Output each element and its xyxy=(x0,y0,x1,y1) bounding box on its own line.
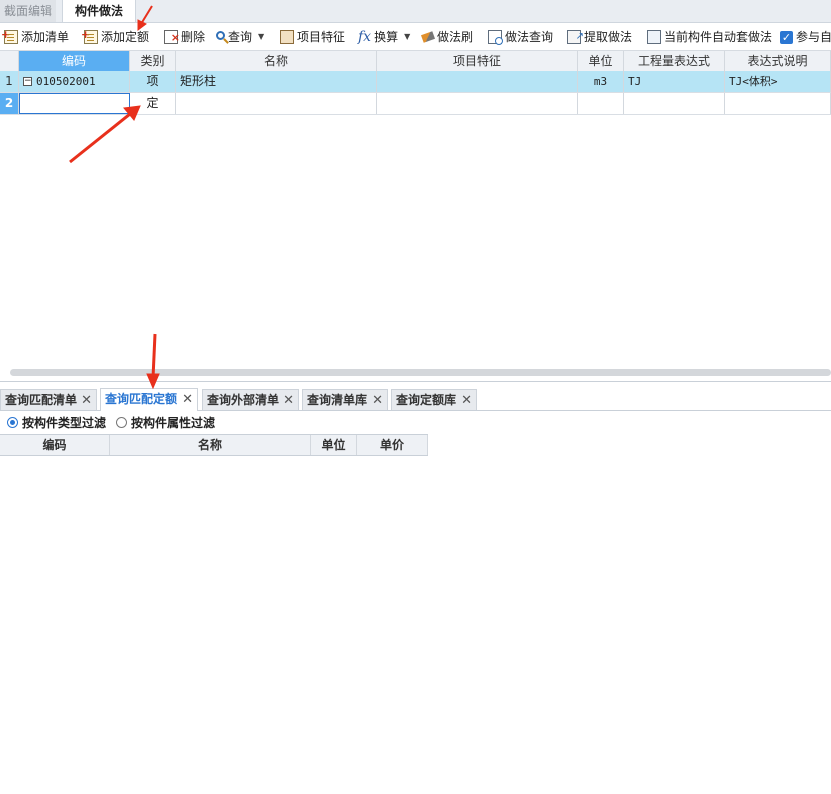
delete-label: 删除 xyxy=(181,30,206,44)
add-list-icon xyxy=(1,25,18,45)
participate-checkbox[interactable]: ✓ 参与自 xyxy=(780,27,831,47)
close-icon[interactable]: ✕ xyxy=(461,390,472,411)
query-button[interactable]: 查询 ▼ xyxy=(216,27,264,47)
cell-name[interactable] xyxy=(176,93,377,114)
add-list-label: 添加清单 xyxy=(21,30,70,44)
auto-apply-icon xyxy=(647,30,661,44)
add-list-button[interactable]: 添加清单 xyxy=(1,25,70,47)
horizontal-scrollbar[interactable] xyxy=(10,369,831,376)
cell-code-editor[interactable] xyxy=(19,93,130,114)
top-tab-bar: 截面编辑 构件做法 xyxy=(0,0,831,23)
auto-apply-label: 当前构件自动套做法 xyxy=(664,30,773,44)
auto-apply-button[interactable]: 当前构件自动套做法 xyxy=(647,27,772,47)
col-header-name[interactable]: 名称 xyxy=(176,51,377,71)
radio-filter-by-type[interactable] xyxy=(7,416,18,428)
result-col-name[interactable]: 名称 xyxy=(110,435,311,455)
cell-feature[interactable] xyxy=(377,71,578,92)
close-icon[interactable]: ✕ xyxy=(182,389,193,410)
tab-section-edit[interactable]: 截面编辑 xyxy=(0,0,56,22)
col-header-unit[interactable]: 单位 xyxy=(578,51,624,71)
extract-method-button[interactable]: 提取做法 xyxy=(567,27,632,47)
tab-component-method[interactable]: 构件做法 xyxy=(62,0,136,22)
close-icon[interactable]: ✕ xyxy=(372,390,383,411)
chevron-down-icon: ▼ xyxy=(404,32,411,41)
cell-expr[interactable]: TJ xyxy=(624,71,725,92)
feature-icon xyxy=(280,30,294,44)
col-header-feature[interactable]: 项目特征 xyxy=(377,51,578,71)
cell-type[interactable]: 项 xyxy=(130,71,176,92)
col-header-desc[interactable]: 表达式说明 xyxy=(725,51,831,71)
cell-unit[interactable] xyxy=(578,93,624,114)
cell-unit[interactable]: m3 xyxy=(578,71,624,92)
arrow-to-quota-tab-icon xyxy=(146,333,160,390)
convert-label: 换算 xyxy=(374,30,399,44)
doc-search-icon xyxy=(488,30,503,45)
add-quota-icon xyxy=(81,25,98,45)
extract-icon xyxy=(567,27,584,47)
cell-name[interactable]: 矩形柱 xyxy=(176,71,377,92)
result-col-price[interactable]: 单价 xyxy=(357,435,428,455)
item-feature-button[interactable]: 项目特征 xyxy=(280,27,345,47)
filter-by-attr-label[interactable]: 按构件属性过滤 xyxy=(131,414,215,431)
chevron-down-icon: ▼ xyxy=(258,32,265,41)
method-query-button[interactable]: 做法查询 xyxy=(488,27,553,47)
col-header-code[interactable]: 编码 xyxy=(19,51,130,71)
method-query-label: 做法查询 xyxy=(505,30,554,44)
cell-type[interactable]: 定 xyxy=(130,93,176,114)
tab-query-list-library[interactable]: 查询清单库 ✕ xyxy=(302,389,388,410)
cell-desc[interactable]: TJ<体积> xyxy=(725,71,831,92)
item-feature-label: 项目特征 xyxy=(297,30,346,44)
convert-button[interactable]: fx 换算 ▼ xyxy=(358,27,410,47)
search-icon xyxy=(216,31,225,40)
checkbox-checked-icon: ✓ xyxy=(780,30,793,44)
tab-query-matching-list[interactable]: 查询匹配清单 ✕ xyxy=(0,389,97,410)
close-icon[interactable]: ✕ xyxy=(81,390,92,411)
add-quota-label: 添加定额 xyxy=(101,30,150,44)
tab-query-external-list[interactable]: 查询外部清单 ✕ xyxy=(202,389,299,410)
col-header-expr[interactable]: 工程量表达式 xyxy=(624,51,725,71)
toolbar: 添加清单 添加定额 删除 查询 ▼ 项目特征 fx 换算 ▼ 做法刷 做法查询 … xyxy=(0,23,831,51)
query-label: 查询 xyxy=(228,30,253,44)
cell-feature[interactable] xyxy=(377,93,578,114)
pane-divider[interactable] xyxy=(0,381,831,382)
fx-icon: fx xyxy=(358,29,372,45)
extract-method-label: 提取做法 xyxy=(584,30,633,44)
row-number: 2 xyxy=(0,93,19,114)
participate-label: 参与自 xyxy=(796,30,831,44)
filter-by-type-label[interactable]: 按构件类型过滤 xyxy=(22,414,106,431)
collapse-icon[interactable]: − xyxy=(23,77,32,86)
row-number: 1 xyxy=(0,71,19,92)
close-icon[interactable]: ✕ xyxy=(283,390,294,411)
brush-icon xyxy=(420,31,436,43)
delete-button[interactable]: 删除 xyxy=(164,27,206,48)
result-col-code[interactable]: 编码 xyxy=(0,435,110,455)
result-grid-header: 编码 名称 单位 单价 xyxy=(0,434,428,456)
tab-query-matching-quota[interactable]: 查询匹配定额 ✕ xyxy=(100,388,198,411)
grid-header: 编码 类别 名称 项目特征 单位 工程量表达式 表达式说明 xyxy=(0,51,831,72)
cell-expr[interactable] xyxy=(624,93,725,114)
query-tab-bar: 查询匹配清单 ✕ 查询匹配定额 ✕ 查询外部清单 ✕ 查询清单库 ✕ 查询定额库 ✕ xyxy=(0,388,831,411)
grid-corner[interactable] xyxy=(0,51,19,71)
cell-desc[interactable] xyxy=(725,93,831,114)
table-row[interactable]: 2 定 xyxy=(0,93,831,115)
radio-filter-by-attr[interactable] xyxy=(116,416,128,428)
add-quota-button[interactable]: 添加定额 xyxy=(81,25,150,47)
method-brush-button[interactable]: 做法刷 xyxy=(420,27,474,47)
filter-options: 按构件类型过滤 按构件属性过滤 xyxy=(0,412,831,432)
result-col-unit[interactable]: 单位 xyxy=(311,435,357,455)
method-brush-label: 做法刷 xyxy=(437,30,474,44)
table-row[interactable]: 1 −010502001 项 矩形柱 m3 TJ TJ<体积> xyxy=(0,71,831,93)
delete-icon xyxy=(164,28,180,48)
cell-code[interactable]: −010502001 xyxy=(19,71,130,92)
tab-query-quota-library[interactable]: 查询定额库 ✕ xyxy=(391,389,477,410)
col-header-type[interactable]: 类别 xyxy=(130,51,176,71)
